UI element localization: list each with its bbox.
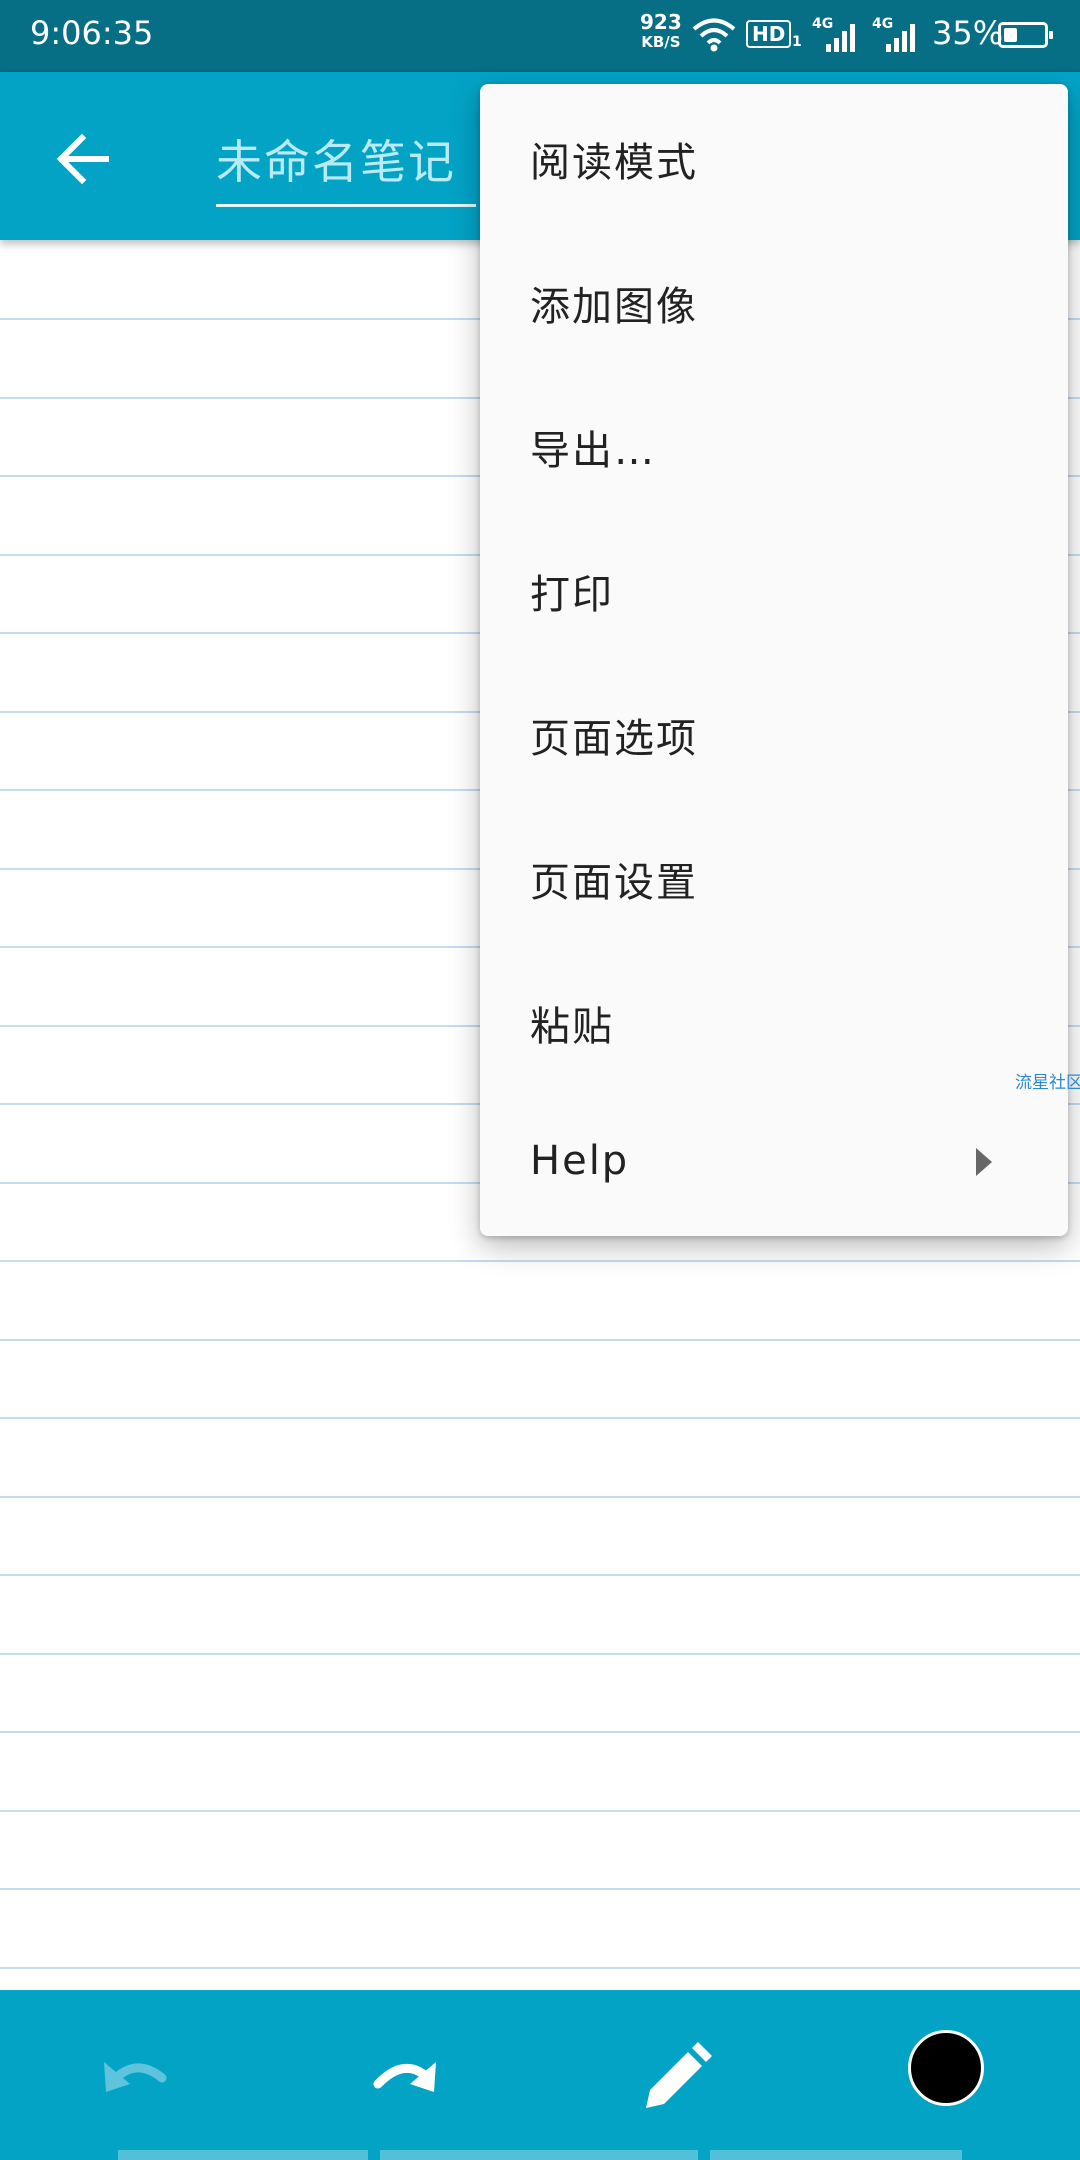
signal-icon-2: 4G — [872, 16, 922, 56]
menu-item-label: 添加图像 — [530, 284, 698, 330]
pencil-icon[interactable] — [630, 2034, 720, 2124]
overflow-menu: 阅读模式 添加图像 导出… 打印 页面选项 页面设置 粘贴 Help — [480, 84, 1068, 1236]
undo-icon[interactable] — [90, 2034, 180, 2124]
battery-fill — [1004, 28, 1017, 42]
hd-badge-sub: 1 — [792, 34, 802, 50]
menu-item-label: 打印 — [530, 572, 614, 618]
ruled-line — [0, 1496, 1080, 1498]
ruled-line — [0, 1574, 1080, 1576]
submenu-arrow-icon — [976, 1148, 992, 1176]
ruled-line — [0, 1653, 1080, 1655]
bottom-toolbar — [0, 1990, 1080, 2160]
menu-item-label: 页面选项 — [530, 716, 698, 762]
status-time: 9:06:35 — [30, 14, 154, 52]
menu-item-help[interactable]: Help — [480, 1092, 1068, 1236]
hd-badge: HD — [746, 20, 792, 48]
menu-item-label: 阅读模式 — [530, 140, 698, 186]
menu-item-page-setup[interactable]: 页面设置 — [480, 804, 1068, 948]
ruled-line — [0, 1731, 1080, 1733]
network-speed: 923 KB/S — [640, 12, 682, 52]
ruled-line — [0, 1967, 1080, 1969]
menu-item-print[interactable]: 打印 — [480, 516, 1068, 660]
signal-icon-1: 4G — [812, 16, 862, 56]
toolbar-tab-indicator — [380, 2150, 698, 2160]
menu-item-label: Help — [530, 1138, 630, 1184]
menu-item-paste[interactable]: 粘贴 — [480, 948, 1068, 1092]
status-bar: 9:06:35 923 KB/S HD 1 4G 4G 35% — [0, 0, 1080, 72]
menu-item-add-image[interactable]: 添加图像 — [480, 228, 1068, 372]
battery-icon — [998, 22, 1053, 48]
ruled-line — [0, 1339, 1080, 1341]
wifi-icon — [692, 18, 736, 52]
color-picker-button[interactable] — [908, 2030, 984, 2106]
menu-item-export[interactable]: 导出… — [480, 372, 1068, 516]
note-title-input[interactable]: 未命名笔记 — [216, 126, 476, 207]
ruled-line — [0, 1888, 1080, 1890]
menu-item-page-options[interactable]: 页面选项 — [480, 660, 1068, 804]
redo-icon[interactable] — [360, 2034, 450, 2124]
ruled-line — [0, 1260, 1080, 1262]
menu-item-label: 粘贴 — [530, 1004, 614, 1050]
toolbar-tab-indicator — [118, 2150, 368, 2160]
ruled-line — [0, 1417, 1080, 1419]
watermark-text: 流星社区 — [1015, 1073, 1080, 1093]
menu-item-label: 导出… — [530, 428, 656, 474]
battery-percent: 35% — [932, 14, 1004, 52]
network-speed-unit: KB/S — [641, 33, 681, 51]
menu-item-read-mode[interactable]: 阅读模式 — [480, 84, 1068, 228]
toolbar-tab-indicator — [710, 2150, 962, 2160]
arrow-left-icon[interactable] — [48, 124, 118, 194]
ruled-line — [0, 1810, 1080, 1812]
menu-item-label: 页面设置 — [530, 860, 698, 906]
network-speed-value: 923 — [640, 10, 682, 34]
